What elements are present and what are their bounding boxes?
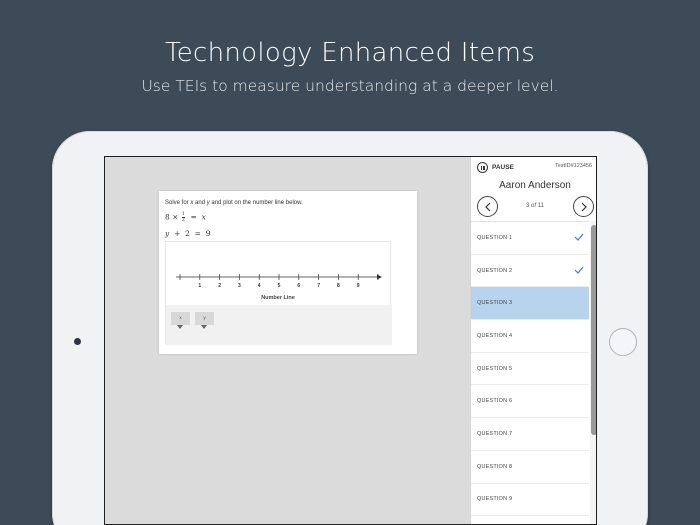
test-id: TestID#123456 bbox=[555, 163, 592, 169]
question-item-label: QUESTION 4 bbox=[477, 332, 513, 339]
number-line-tick-label: 1 bbox=[198, 283, 201, 289]
hero-subtitle: Use TEIs to measure understanding at a d… bbox=[141, 77, 559, 95]
chevron-right-icon bbox=[581, 202, 587, 211]
next-question-button[interactable] bbox=[573, 196, 594, 217]
number-line-tick-label: 8 bbox=[337, 283, 340, 289]
token-y[interactable]: y bbox=[195, 312, 214, 329]
question-item-label: QUESTION 3 bbox=[477, 300, 513, 307]
number-line-tick-label: 3 bbox=[238, 283, 241, 289]
scrollbar-thumb[interactable] bbox=[591, 225, 596, 435]
equation-1: 8 × 12 = x bbox=[165, 212, 206, 223]
number-line-tick-label: 2 bbox=[218, 283, 221, 289]
question-prompt: Solve for x and y and plot on the number… bbox=[165, 200, 303, 206]
number-line-tick-label: 9 bbox=[357, 283, 360, 289]
number-line-tick-label: 6 bbox=[297, 283, 300, 289]
question-item-6[interactable]: QUESTION 6 bbox=[471, 385, 589, 419]
question-item-8[interactable]: QUESTION 8 bbox=[471, 451, 589, 484]
number-line-tick-label: 5 bbox=[278, 283, 281, 289]
question-item-7[interactable]: QUESTION 7 bbox=[471, 418, 589, 451]
check-icon bbox=[574, 266, 584, 274]
camera-icon bbox=[74, 338, 81, 345]
tablet-screen: Solve for x and y and plot on the number… bbox=[104, 156, 597, 525]
question-item-4[interactable]: QUESTION 4 bbox=[471, 320, 589, 353]
question-item-9[interactable]: QUESTION 9 bbox=[471, 484, 589, 517]
question-card: Solve for x and y and plot on the number… bbox=[159, 191, 417, 354]
question-item-3[interactable]: QUESTION 3 bbox=[471, 287, 589, 321]
question-item-label: QUESTION 8 bbox=[477, 463, 513, 470]
number-line-tick-label: 7 bbox=[317, 283, 320, 289]
question-item-1[interactable]: QUESTION 1 bbox=[471, 222, 589, 255]
student-name: Aaron Anderson bbox=[499, 180, 571, 191]
question-item-2[interactable]: QUESTION 2 bbox=[471, 255, 589, 288]
pause-button[interactable]: PAUSE bbox=[477, 162, 514, 173]
question-item-label: QUESTION 7 bbox=[477, 430, 513, 437]
question-item-label: QUESTION 2 bbox=[477, 267, 513, 274]
number-line-widget[interactable]: 1 2 3 4 5 6 7 8 9 Number Line x y bbox=[165, 241, 392, 345]
pause-icon bbox=[477, 162, 488, 173]
sidebar: PAUSE TestID#123456 Aaron Anderson 3 of … bbox=[470, 157, 596, 524]
number-line[interactable]: 1 2 3 4 5 6 7 8 9 Number Line bbox=[166, 242, 392, 305]
equation-2: y + 2 = 9 bbox=[165, 229, 211, 238]
token-x[interactable]: x bbox=[171, 312, 190, 329]
question-list: QUESTION 1 QUESTION 2 QUESTION 3 QUESTION 4… bbox=[471, 221, 589, 524]
token-tray: x y bbox=[166, 305, 392, 345]
number-line-tick-label: 4 bbox=[258, 283, 261, 289]
question-item-label: QUESTION 9 bbox=[477, 496, 513, 503]
question-item-label: QUESTION 6 bbox=[477, 398, 513, 405]
check-icon bbox=[574, 233, 584, 241]
question-item-5[interactable]: QUESTION 5 bbox=[471, 353, 589, 386]
hero-title: Technology Enhanced Items bbox=[164, 38, 536, 68]
fraction: 12 bbox=[181, 212, 185, 223]
question-item-label: QUESTION 5 bbox=[477, 365, 513, 372]
question-item-label: QUESTION 1 bbox=[477, 234, 513, 241]
number-line-label: Number Line bbox=[261, 295, 295, 301]
home-button[interactable] bbox=[609, 328, 637, 356]
pause-label: PAUSE bbox=[492, 164, 514, 171]
